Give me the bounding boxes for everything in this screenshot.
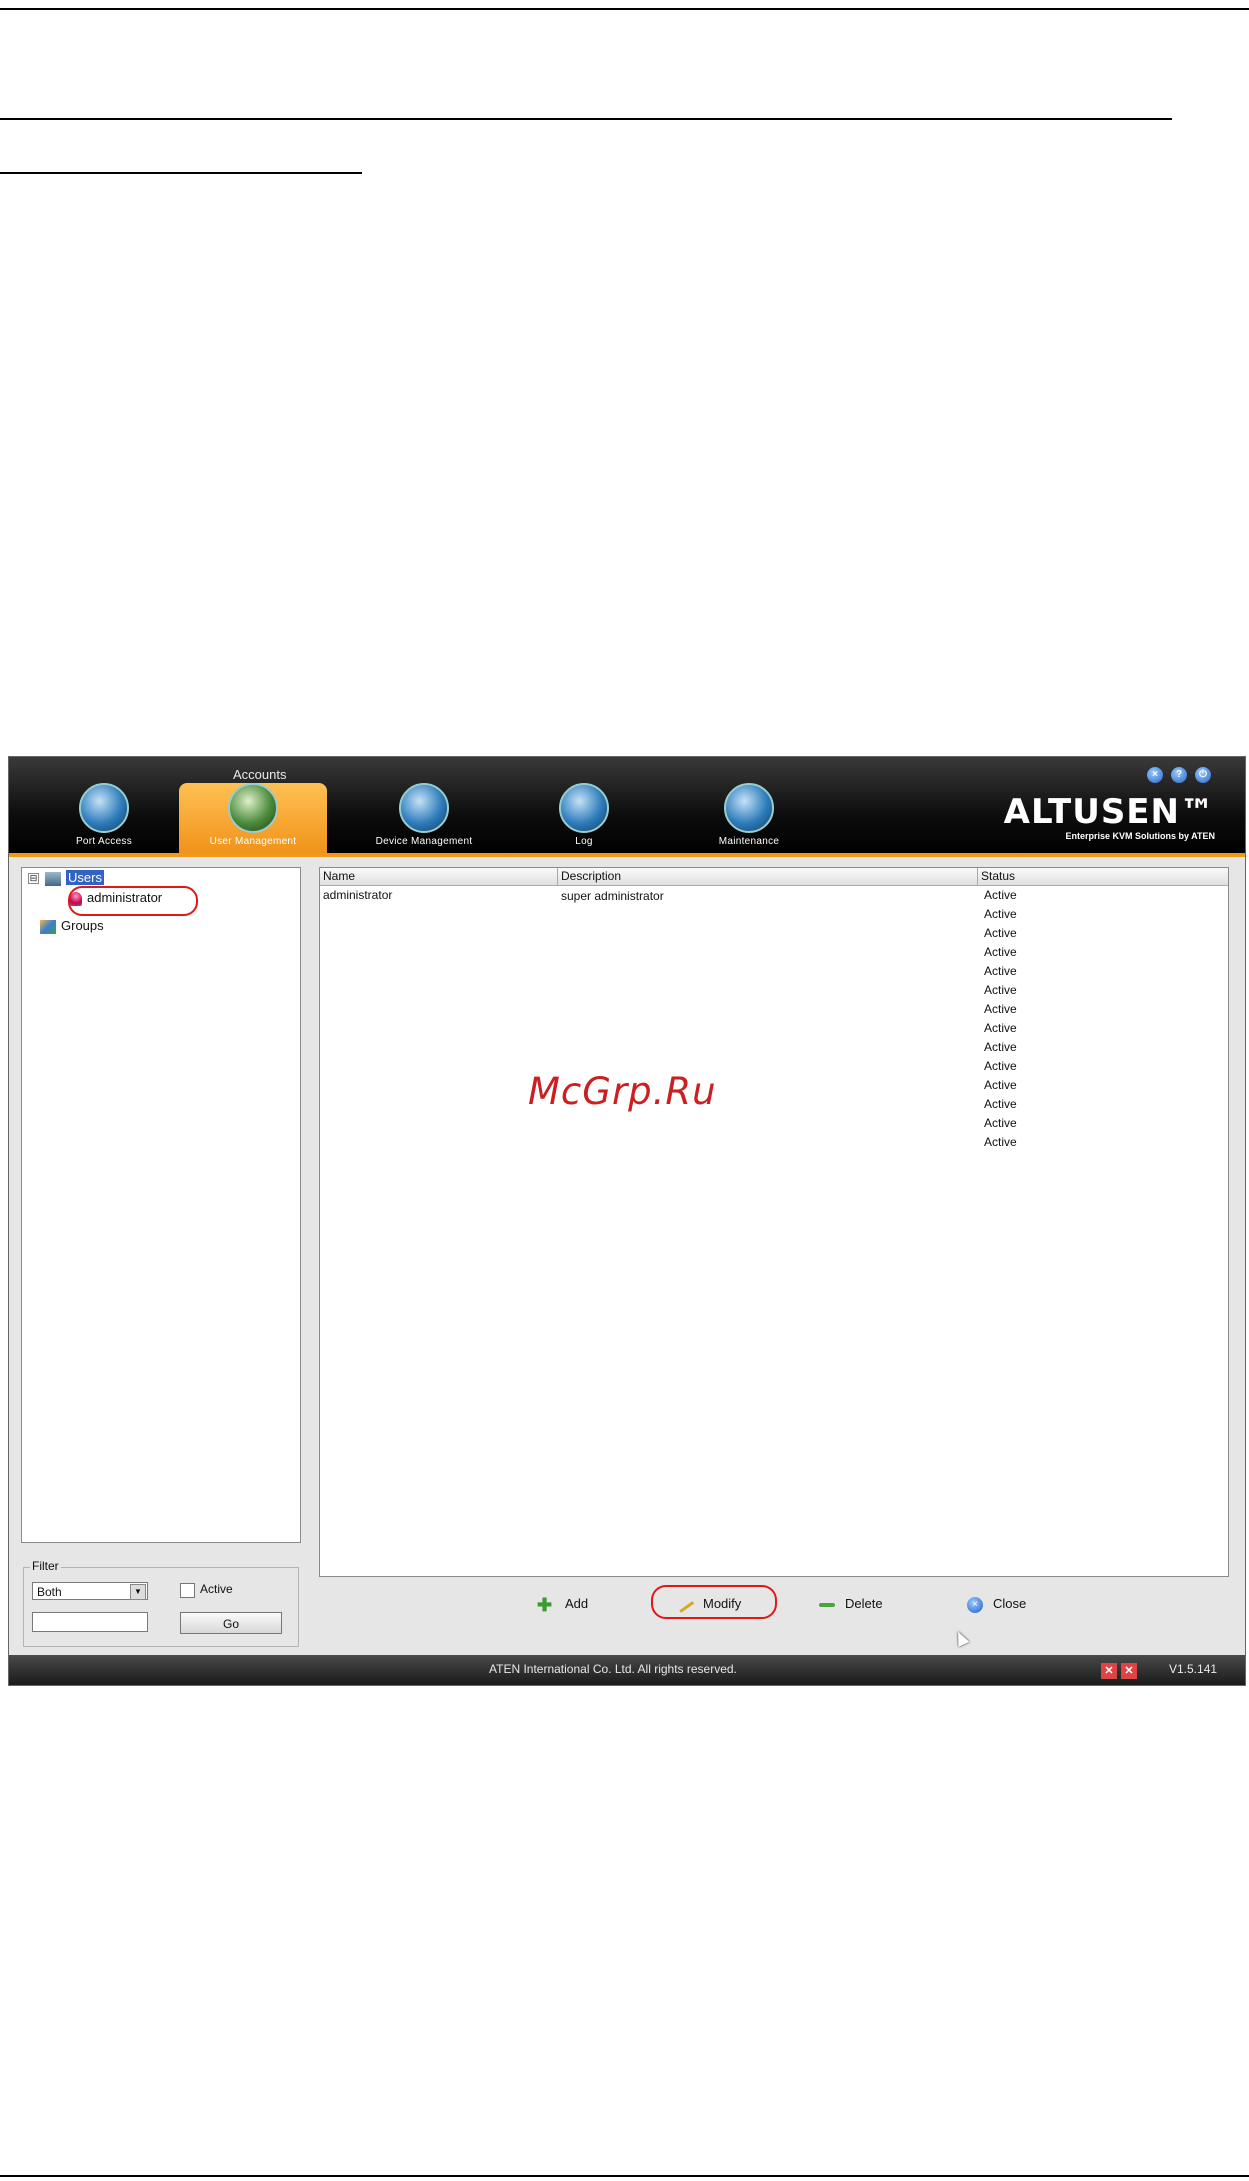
cell-description[interactable]: super administrator: [561, 889, 664, 903]
add-button[interactable]: ✚ Add: [537, 1589, 588, 1619]
close-button[interactable]: × Close: [967, 1589, 1026, 1619]
cell-status[interactable]: Active: [984, 945, 1017, 959]
pencil-icon: [675, 1596, 695, 1613]
cell-status[interactable]: Active: [984, 926, 1017, 940]
tab-maintenance[interactable]: Maintenance: [679, 783, 819, 853]
cell-status[interactable]: Active: [984, 983, 1017, 997]
subsection-rule: [0, 172, 362, 174]
close-label: Close: [993, 1596, 1027, 1611]
tab-label: User Management: [209, 836, 297, 847]
add-label: Add: [565, 1596, 589, 1611]
log-icon: [559, 783, 609, 833]
modify-label: Modify: [703, 1596, 742, 1611]
logout-icon[interactable]: ⏻: [1195, 767, 1211, 783]
copyright-text: ATEN International Co. Ltd. All rights r…: [489, 1662, 737, 1676]
filter-legend: Filter: [30, 1559, 61, 1573]
device-management-icon: [399, 783, 449, 833]
maintenance-icon: [724, 783, 774, 833]
top-rule: [0, 8, 1249, 10]
filter-select[interactable]: Both ▼: [32, 1582, 148, 1600]
status-icons: ✕ ✕: [1101, 1661, 1143, 1679]
close-circle-icon: ×: [967, 1596, 983, 1613]
cell-status[interactable]: Active: [984, 1059, 1017, 1073]
column-header-name[interactable]: Name: [320, 868, 558, 885]
cell-status[interactable]: Active: [984, 1040, 1017, 1054]
tab-label: Device Management: [375, 836, 473, 847]
cell-status[interactable]: Active: [984, 1002, 1017, 1016]
collapse-toggle[interactable]: ⊟: [28, 873, 39, 885]
cell-status[interactable]: Active: [984, 1078, 1017, 1092]
user-table: Name Description Status administrator su…: [319, 867, 1229, 1577]
cell-status[interactable]: Active: [984, 888, 1017, 902]
go-button[interactable]: Go: [180, 1612, 282, 1634]
watermark-text: McGrp.Ru: [528, 1070, 717, 1113]
groups-icon: [40, 919, 56, 934]
brand-logo: ALTUSEN™ Enterprise KVM Solutions by ATE…: [1004, 795, 1215, 841]
tab-port-access[interactable]: Port Access: [49, 783, 159, 853]
help-icon[interactable]: ?: [1171, 767, 1187, 783]
modify-button[interactable]: Modify: [675, 1589, 742, 1619]
cell-name[interactable]: administrator: [323, 888, 392, 902]
cell-status[interactable]: Active: [984, 1116, 1017, 1130]
close-icon[interactable]: ×: [1147, 767, 1163, 783]
tab-label: Log: [575, 836, 593, 847]
tree-label-groups: Groups: [61, 918, 104, 933]
chevron-down-icon[interactable]: ▼: [130, 1584, 146, 1600]
tab-device-management[interactable]: Device Management: [349, 783, 499, 853]
highlight-circle: [68, 886, 198, 916]
column-header-description[interactable]: Description: [558, 868, 978, 885]
port-access-icon: [79, 783, 129, 833]
active-checkbox-label: Active: [200, 1582, 233, 1596]
brand-tagline: Enterprise KVM Solutions by ATEN: [1065, 831, 1215, 841]
minus-icon: [819, 1602, 835, 1607]
tree-node-groups[interactable]: Groups: [40, 918, 104, 934]
filter-select-value: Both: [37, 1585, 62, 1599]
version-text: V1.5.141: [1169, 1662, 1218, 1676]
users-icon: [45, 871, 61, 886]
filter-group: Filter Both ▼ Active Go: [23, 1559, 299, 1647]
delete-button[interactable]: Delete: [819, 1589, 883, 1619]
cell-status[interactable]: Active: [984, 1097, 1017, 1111]
top-nav-bar: Accounts Port Access User Management Dev…: [9, 757, 1245, 857]
active-checkbox[interactable]: [180, 1583, 195, 1598]
bottom-rule: [0, 2175, 1249, 2177]
plus-icon: ✚: [537, 1594, 553, 1615]
column-header-status[interactable]: Status: [978, 868, 1228, 885]
delete-label: Delete: [845, 1596, 883, 1611]
user-management-icon: [228, 783, 278, 833]
cell-status[interactable]: Active: [984, 1021, 1017, 1035]
table-header: Name Description Status: [320, 868, 1228, 886]
tree-node-users[interactable]: ⊟ Users: [28, 870, 104, 886]
application-window: Accounts Port Access User Management Dev…: [8, 756, 1246, 1686]
cell-status[interactable]: Active: [984, 964, 1017, 978]
tab-label: Port Access: [75, 836, 133, 847]
section-label: Accounts: [233, 767, 287, 782]
user-tree-panel: ⊟ Users administrator Groups: [21, 867, 301, 1543]
brand-name: ALTUSEN™: [1003, 792, 1215, 832]
disconnect-icon[interactable]: ✕: [1101, 1663, 1117, 1679]
tab-log[interactable]: Log: [529, 783, 639, 853]
mouse-cursor-icon: [952, 1629, 970, 1647]
status-bar: ATEN International Co. Ltd. All rights r…: [9, 1655, 1245, 1685]
tree-label-users: Users: [66, 870, 104, 885]
filter-input[interactable]: [32, 1612, 148, 1632]
cell-status[interactable]: Active: [984, 907, 1017, 921]
section-rule: [0, 118, 1172, 120]
cell-status[interactable]: Active: [984, 1135, 1017, 1149]
error-icon[interactable]: ✕: [1121, 1663, 1137, 1679]
tab-label: Maintenance: [718, 836, 780, 847]
tab-user-management[interactable]: User Management: [179, 783, 327, 853]
